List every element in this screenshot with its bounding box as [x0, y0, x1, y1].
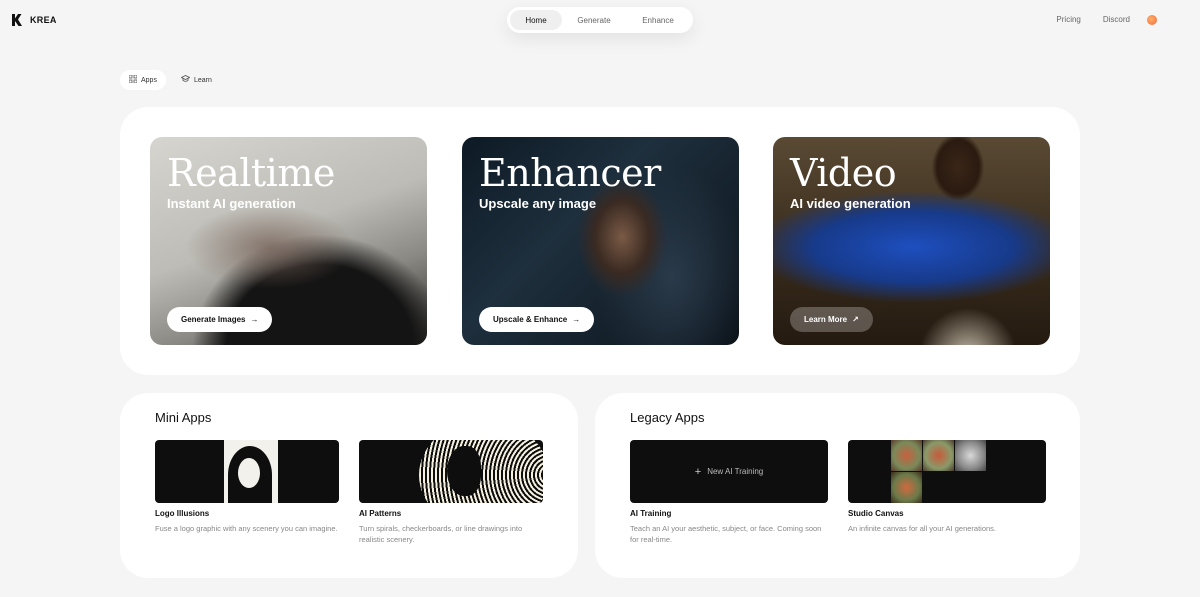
realtime-title: Realtime — [167, 151, 335, 195]
top-bar: KREA Home Generate Enhance Pricing Disco… — [0, 0, 1200, 42]
upscale-enhance-button[interactable]: Upscale & Enhance → — [479, 307, 595, 332]
subtab-learn[interactable]: Learn — [172, 70, 221, 90]
new-ai-training-button[interactable]: + New AI Training — [630, 440, 828, 503]
logo-illusions-app[interactable]: Logo Illusions Fuse a logo graphic with … — [155, 440, 339, 534]
studio-canvas-app[interactable]: Studio Canvas An infinite canvas for all… — [848, 440, 1046, 534]
app-name: AI Patterns — [359, 509, 402, 518]
app-description: Teach an AI your aesthetic, subject, or … — [630, 524, 822, 544]
subtab-learn-label: Learn — [193, 76, 212, 84]
krea-logo-icon — [12, 14, 22, 26]
avatar[interactable] — [1147, 15, 1157, 25]
tab-generate[interactable]: Generate — [562, 10, 626, 30]
video-card[interactable]: Video AI video generation Learn More ↗ — [773, 137, 1050, 345]
app-name: AI Training — [630, 509, 672, 518]
plus-icon: + — [694, 465, 702, 478]
featured-tools-panel: Realtime Instant AI generation Generate … — [120, 107, 1080, 375]
legacy-apps-title: Legacy Apps — [630, 410, 705, 425]
arrow-up-right-icon: ↗ — [852, 315, 859, 324]
grid-icon — [128, 74, 138, 85]
app-name: Logo Illusions — [155, 509, 210, 518]
learn-more-button[interactable]: Learn More ↗ — [790, 307, 873, 332]
legacy-apps-panel: Legacy Apps + New AI Training AI Trainin… — [595, 393, 1080, 578]
ai-patterns-silhouette — [447, 446, 481, 496]
studio-canvas-thumbnail[interactable] — [848, 440, 1046, 503]
upscale-enhance-label: Upscale & Enhance — [493, 315, 568, 324]
app-description: Turn spirals, checkerboards, or line dra… — [359, 524, 523, 544]
app-description: Fuse a logo graphic with any scenery you… — [155, 524, 338, 533]
ai-patterns-app[interactable]: AI Patterns Turn spirals, checkerboards,… — [359, 440, 543, 545]
right-nav: Pricing Discord — [1056, 15, 1130, 24]
generate-images-label: Generate Images — [181, 315, 246, 324]
ai-patterns-art — [419, 440, 543, 503]
canvas-tile — [891, 472, 922, 503]
ai-training-app[interactable]: + New AI Training AI Training Teach an A… — [630, 440, 828, 545]
subtab-apps-label: Apps — [141, 76, 157, 84]
realtime-card[interactable]: Realtime Instant AI generation Generate … — [150, 137, 427, 345]
app-name: Studio Canvas — [848, 509, 904, 518]
discord-link[interactable]: Discord — [1103, 15, 1130, 24]
brand-name: KREA — [30, 15, 57, 25]
subtab-apps[interactable]: Apps — [120, 70, 166, 90]
enhancer-card[interactable]: Enhancer Upscale any image Upscale & Enh… — [462, 137, 739, 345]
tab-enhance[interactable]: Enhance — [626, 10, 690, 30]
arrow-right-icon: → — [250, 315, 259, 324]
tab-home[interactable]: Home — [510, 10, 562, 30]
enhancer-subtitle: Upscale any image — [479, 196, 597, 211]
app-description: An infinite canvas for all your AI gener… — [848, 524, 997, 533]
mini-apps-title: Mini Apps — [155, 410, 212, 425]
ai-patterns-thumbnail[interactable] — [359, 440, 543, 503]
logo-illusions-art — [224, 440, 278, 503]
brand[interactable]: KREA — [12, 14, 57, 26]
learn-more-label: Learn More — [804, 315, 848, 324]
enhancer-title: Enhancer — [479, 151, 661, 195]
canvas-tile — [923, 440, 954, 471]
mini-apps-panel: Mini Apps Logo Illusions Fuse a logo gra… — [120, 393, 578, 578]
main-nav: Home Generate Enhance — [507, 7, 693, 33]
graduation-cap-icon — [180, 75, 191, 85]
generate-images-button[interactable]: Generate Images → — [167, 307, 273, 332]
pricing-link[interactable]: Pricing — [1056, 15, 1080, 24]
video-title: Video — [790, 151, 897, 195]
video-subtitle: AI video generation — [790, 196, 911, 211]
canvas-tile — [955, 440, 986, 471]
canvas-tile — [891, 440, 922, 471]
sub-tabs: Apps Learn — [120, 70, 221, 90]
realtime-subtitle: Instant AI generation — [167, 196, 296, 211]
arrow-right-icon: → — [572, 315, 581, 324]
new-ai-training-label: New AI Training — [707, 467, 764, 476]
logo-illusions-thumbnail[interactable] — [155, 440, 339, 503]
